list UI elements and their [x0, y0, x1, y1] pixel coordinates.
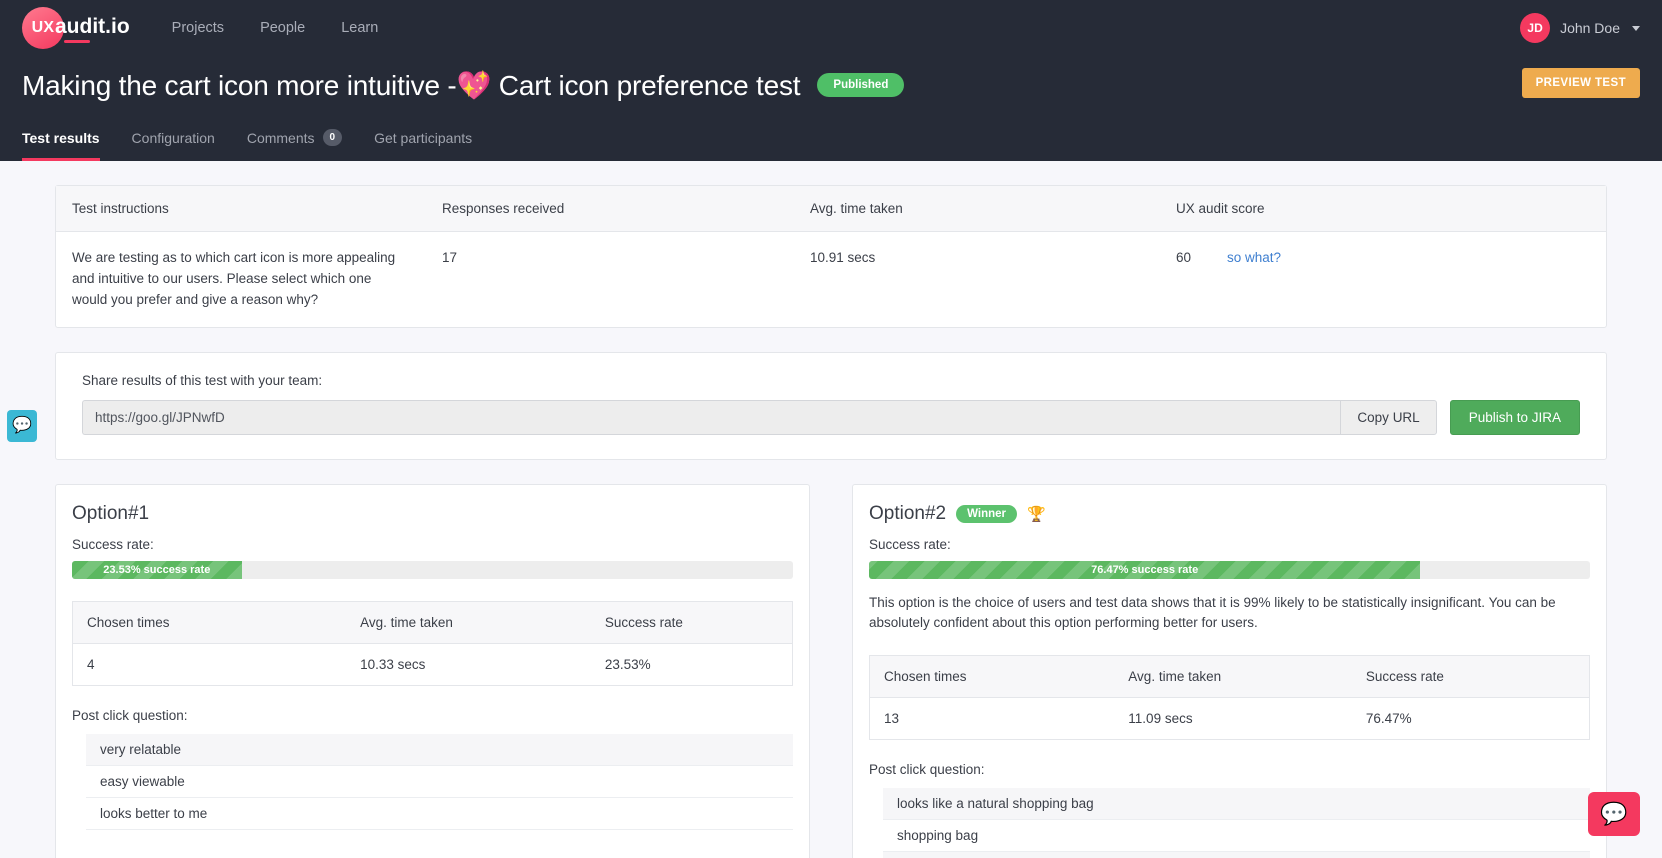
list-item: very relatable	[86, 734, 793, 766]
option-1-post-click-label: Post click question:	[72, 708, 793, 723]
table-row: 13 11.09 secs 76.47%	[870, 698, 1590, 740]
option-2-title-row: Option#2 Winner 🏆	[869, 503, 1590, 525]
tab-test-results-label: Test results	[22, 130, 100, 146]
option-2-success-rate-value: 76.47%	[1352, 698, 1590, 740]
option-1-th-chosen-times: Chosen times	[73, 601, 347, 643]
list-item: more noticeable	[883, 852, 1590, 858]
option-1-success-bar-fill: 23.53% success rate	[72, 561, 242, 579]
option-1-answers-list: very relatable easy viewable looks bette…	[86, 734, 793, 830]
option-1-chosen-times-value: 4	[73, 643, 347, 685]
so-what-link[interactable]: so what?	[1227, 248, 1281, 269]
live-chat-launcher-right[interactable]: 💬	[1588, 792, 1640, 836]
share-url-input[interactable]	[82, 400, 1340, 435]
option-1-th-avg-time: Avg. time taken	[346, 601, 591, 643]
list-item: looks like a natural shopping bag	[883, 788, 1590, 820]
share-row: Copy URL Publish to JIRA	[82, 400, 1580, 435]
summary-score-cell: 60 so what?	[1160, 232, 1606, 327]
main-content: Test instructions Responses received Avg…	[0, 161, 1662, 858]
option-2-post-click-label: Post click question:	[869, 762, 1590, 777]
winner-badge: Winner	[956, 505, 1017, 523]
summary-card: Test instructions Responses received Avg…	[55, 185, 1607, 328]
option-1-th-success-rate: Success rate	[591, 601, 793, 643]
tab-configuration-label: Configuration	[132, 130, 215, 146]
option-1-success-bar-track: 23.53% success rate	[72, 561, 793, 579]
option-1-title-row: Option#1	[72, 503, 793, 525]
summary-instructions-text: We are testing as to which cart icon is …	[56, 232, 426, 327]
option-2-success-bar-fill: 76.47% success rate	[869, 561, 1420, 579]
summary-table-header: Test instructions Responses received Avg…	[56, 186, 1606, 232]
option-1-avg-time-value: 10.33 secs	[346, 643, 591, 685]
tab-get-participants-label: Get participants	[374, 130, 472, 146]
option-1-table-header-row: Chosen times Avg. time taken Success rat…	[73, 601, 793, 643]
page-header: Making the cart icon more intuitive -💖 C…	[0, 56, 1662, 161]
option-1-title: Option#1	[72, 503, 149, 525]
chat-bubble-icon: 💬	[12, 418, 32, 434]
option-1-success-rate-label: Success rate:	[72, 537, 793, 552]
option-2-table-header-row: Chosen times Avg. time taken Success rat…	[870, 656, 1590, 698]
option-2-card: Option#2 Winner 🏆 Success rate: 76.47% s…	[852, 484, 1607, 858]
chevron-down-icon	[1632, 26, 1640, 31]
primary-nav-links: Projects People Learn	[172, 20, 379, 36]
option-1-stats-table: Chosen times Avg. time taken Success rat…	[72, 601, 793, 686]
option-2-th-chosen-times: Chosen times	[870, 656, 1115, 698]
user-menu[interactable]: JD John Doe	[1520, 0, 1640, 56]
chat-bubble-icon: 💬	[1600, 803, 1627, 825]
option-2-answers-list: looks like a natural shopping bag shoppi…	[883, 788, 1590, 858]
user-name-label: John Doe	[1560, 20, 1620, 36]
tab-bar: Test results Configuration Comments 0 Ge…	[22, 114, 1640, 161]
summary-score-value: 60	[1176, 248, 1191, 269]
share-label: Share results of this test with your tea…	[82, 373, 1580, 388]
publish-to-jira-button[interactable]: Publish to JIRA	[1450, 400, 1580, 435]
summary-header-score: UX audit score	[1160, 186, 1606, 231]
option-2-stats-table: Chosen times Avg. time taken Success rat…	[869, 655, 1590, 740]
tab-test-results[interactable]: Test results	[22, 130, 100, 161]
summary-responses-value: 17	[426, 232, 794, 327]
share-results-card: Share results of this test with your tea…	[55, 352, 1607, 460]
nav-link-projects[interactable]: Projects	[172, 20, 224, 36]
option-1-success-rate-value: 23.53%	[591, 643, 793, 685]
option-2-success-rate-label: Success rate:	[869, 537, 1590, 552]
status-badge: Published	[817, 73, 904, 97]
summary-header-avg-time: Avg. time taken	[794, 186, 1160, 231]
nav-link-learn[interactable]: Learn	[341, 20, 378, 36]
title-row: Making the cart icon more intuitive -💖 C…	[22, 56, 1640, 114]
option-2-avg-time-value: 11.09 secs	[1114, 698, 1352, 740]
table-row: 4 10.33 secs 23.53%	[73, 643, 793, 685]
option-2-chosen-times-value: 13	[870, 698, 1115, 740]
live-chat-launcher-left[interactable]: 💬	[7, 410, 37, 442]
tab-comments-label: Comments	[247, 130, 315, 146]
summary-table-row: We are testing as to which cart icon is …	[56, 232, 1606, 327]
comments-count-badge: 0	[323, 129, 343, 146]
list-item: shopping bag	[883, 820, 1590, 852]
preview-test-button[interactable]: PREVIEW TEST	[1522, 68, 1640, 98]
page-title: Making the cart icon more intuitive -💖 C…	[22, 69, 800, 102]
option-2-success-bar-track: 76.47% success rate	[869, 561, 1590, 579]
tab-comments[interactable]: Comments 0	[247, 129, 342, 161]
copy-url-button[interactable]: Copy URL	[1340, 400, 1436, 435]
list-item: looks better to me	[86, 798, 793, 830]
avatar: JD	[1520, 13, 1550, 43]
option-2-th-success-rate: Success rate	[1352, 656, 1590, 698]
option-1-card: Option#1 Success rate: 23.53% success ra…	[55, 484, 810, 858]
tab-configuration[interactable]: Configuration	[132, 130, 215, 161]
summary-avg-time-value: 10.91 secs	[794, 232, 1160, 327]
summary-header-instructions: Test instructions	[56, 186, 426, 231]
nav-link-people[interactable]: People	[260, 20, 305, 36]
option-2-statistical-note: This option is the choice of users and t…	[869, 593, 1590, 634]
logo-wordmark: audit.io	[55, 15, 130, 42]
list-item: easy viewable	[86, 766, 793, 798]
tab-get-participants[interactable]: Get participants	[374, 130, 472, 161]
options-comparison-row: Option#1 Success rate: 23.53% success ra…	[55, 484, 1607, 858]
option-2-th-avg-time: Avg. time taken	[1114, 656, 1352, 698]
top-navigation-bar: UX audit.io Projects People Learn JD Joh…	[0, 0, 1662, 56]
trophy-icon: 🏆	[1027, 505, 1046, 523]
option-2-title: Option#2	[869, 503, 946, 525]
summary-header-responses: Responses received	[426, 186, 794, 231]
brand-logo[interactable]: UX audit.io	[22, 7, 130, 49]
